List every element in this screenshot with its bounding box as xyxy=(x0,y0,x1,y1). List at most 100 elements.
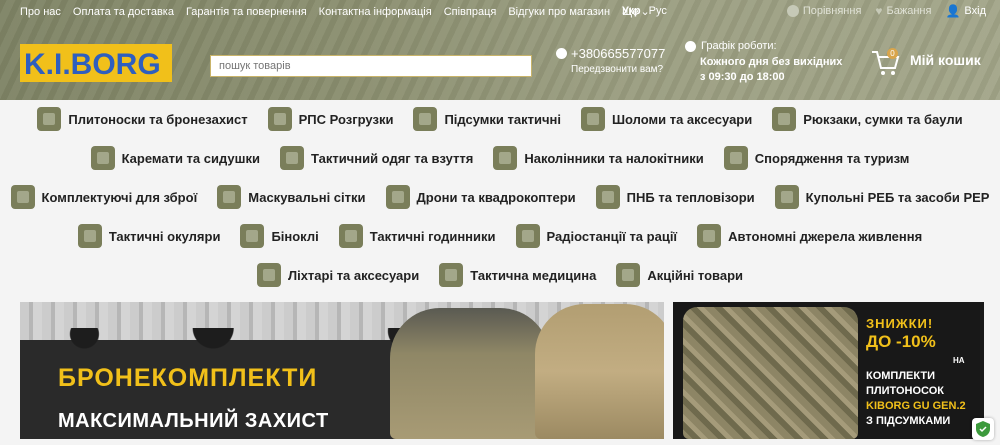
header: Про нас Оплата та доставка Гарантія та п… xyxy=(0,0,1000,100)
drone-icon xyxy=(385,185,410,209)
category-flashlights[interactable]: Ліхтарі та аксесуари xyxy=(256,263,420,287)
logo-text: K.I.BORG xyxy=(24,48,161,81)
category-watches[interactable]: Тактичні годинники xyxy=(338,224,496,248)
category-clothing[interactable]: Тактичний одяг та взуття xyxy=(279,146,474,170)
sale-line-1: КОМПЛЕКТИ xyxy=(866,370,936,382)
category-row-4: Тактичні окуляри Біноклі Тактичні годинн… xyxy=(0,221,1000,251)
category-sale[interactable]: Акційні товари xyxy=(616,263,743,287)
category-nets[interactable]: Маскувальні сітки xyxy=(217,185,366,209)
category-weapon-parts[interactable]: Комплектуючі для зброї xyxy=(10,185,197,209)
login-label: Вхід xyxy=(964,5,986,17)
wishlist-link[interactable]: ♥ Бажання xyxy=(875,4,931,18)
category-label: ПНБ та тепловізори xyxy=(626,189,755,205)
hero-title: БРОНЕКОМПЛЕКТИ xyxy=(58,364,318,392)
lang-rus[interactable]: Рус xyxy=(649,5,667,17)
category-equipment[interactable]: Спорядження та туризм xyxy=(723,146,910,170)
category-label: Біноклі xyxy=(271,228,319,244)
shield-check-icon xyxy=(976,421,990,437)
glasses-icon xyxy=(77,224,102,248)
user-icon: 👤 xyxy=(945,4,961,18)
category-row-2: Каремати та сидушки Тактичний одяг та вз… xyxy=(0,143,1000,173)
sale-line-2: ПЛИТОНОСОК xyxy=(866,385,944,397)
hero-subtitle: МАКСИМАЛЬНИЙ ЗАХИСТ xyxy=(58,410,329,432)
heart-icon: ♥ xyxy=(875,4,883,18)
helmet-icon xyxy=(580,107,605,131)
category-pouches[interactable]: Підсумки тактичні xyxy=(413,107,561,131)
phone-block[interactable]: +380665577077 xyxy=(556,46,665,61)
sale-word: ЗНИЖКИ! xyxy=(866,316,934,331)
site-logo[interactable]: K.I.BORG xyxy=(20,44,172,82)
harness-icon xyxy=(267,107,292,131)
watch-icon xyxy=(338,224,363,248)
hero-banner-armor[interactable]: БРОНЕКОМПЛЕКТИ МАКСИМАЛЬНИЙ ЗАХИСТ xyxy=(20,302,664,439)
compare-link[interactable]: Порівняння xyxy=(786,5,861,17)
phone-number: +380665577077 xyxy=(571,46,666,61)
category-label: Каремати та сидушки xyxy=(121,150,260,166)
category-label: Рюкзаки, сумки та баули xyxy=(803,111,963,127)
category-label: Купольні РЕБ та засоби РЕР xyxy=(805,189,990,205)
schedule-title-text: Графік роботи: xyxy=(701,40,777,52)
category-label: Маскувальні сітки xyxy=(248,189,366,205)
category-reb[interactable]: Купольні РЕБ та засоби РЕР xyxy=(774,185,990,209)
shield-icon[interactable] xyxy=(972,418,994,440)
backpack-icon xyxy=(772,107,797,131)
hero-banner-sale[interactable]: ЗНИЖКИ! ДО -10% НА КОМПЛЕКТИ ПЛИТОНОСОК … xyxy=(673,302,984,439)
category-label: Спорядження та туризм xyxy=(754,150,910,166)
login-link[interactable]: 👤 Вхід xyxy=(945,4,986,18)
category-helmets[interactable]: Шоломи та аксесуари xyxy=(580,107,753,131)
category-row-5: Ліхтарі та аксесуари Тактична медицина А… xyxy=(0,260,1000,290)
nav-cooperation[interactable]: Співпраця xyxy=(444,5,497,19)
schedule-title: Графік роботи: xyxy=(685,40,777,52)
cart-label[interactable]: Мій кошик xyxy=(910,52,981,68)
category-medicine[interactable]: Тактична медицина xyxy=(439,263,596,287)
sale-line-3: KIBORG GU GEN.2 xyxy=(866,400,966,412)
search-input[interactable] xyxy=(211,56,531,76)
category-label: Підсумки тактичні xyxy=(444,111,561,127)
soldier-image xyxy=(390,308,550,439)
category-kneepads[interactable]: Наколінники та налокітники xyxy=(493,146,704,170)
category-power[interactable]: Автономні джерела живлення xyxy=(697,224,922,248)
category-vests[interactable]: Плитоноски та бронезахист xyxy=(37,107,248,131)
pouch-icon xyxy=(413,107,438,131)
nav-warranty[interactable]: Гарантія та повернення xyxy=(186,5,307,19)
tent-icon xyxy=(723,146,748,170)
wishlist-label: Бажання xyxy=(886,5,932,17)
vest-icon xyxy=(37,107,62,131)
top-nav: Про нас Оплата та доставка Гарантія та п… xyxy=(20,5,674,19)
category-label: Тактична медицина xyxy=(470,267,597,283)
category-radios[interactable]: Радіостанції та рації xyxy=(515,224,677,248)
category-mats[interactable]: Каремати та сидушки xyxy=(90,146,260,170)
category-label: Акційні товари xyxy=(647,267,744,283)
compare-icon xyxy=(786,5,799,17)
nav-contacts[interactable]: Контактна інформація xyxy=(319,5,432,19)
shirt-icon xyxy=(279,146,304,170)
header-tools: Порівняння ♥ Бажання 👤 Вхід xyxy=(786,4,986,18)
schedule-hours: з 09:30 до 18:00 xyxy=(700,71,785,83)
category-rps[interactable]: РПС Розгрузки xyxy=(267,107,393,131)
weapon-parts-icon xyxy=(10,185,35,209)
category-label: Автономні джерела живлення xyxy=(728,228,923,244)
callback-link[interactable]: Передзвонити вам? xyxy=(571,64,663,75)
category-label: Дрони та квадрокоптери xyxy=(416,189,576,205)
lang-ukr[interactable]: Укр xyxy=(622,5,641,17)
sale-on: НА xyxy=(953,356,965,365)
category-nightvision[interactable]: ПНБ та тепловізори xyxy=(595,185,755,209)
category-label: Тактичні годинники xyxy=(369,228,496,244)
mat-icon xyxy=(90,146,115,170)
category-backpacks[interactable]: Рюкзаки, сумки та баули xyxy=(772,107,963,131)
category-label: Тактичний одяг та взуття xyxy=(310,150,474,166)
medkit-icon xyxy=(439,263,464,287)
schedule-days: Кожного дня без вихідних xyxy=(700,56,843,68)
phone-icon xyxy=(556,48,567,59)
flashlight-icon xyxy=(256,263,281,287)
category-glasses[interactable]: Тактичні окуляри xyxy=(77,224,220,248)
nav-reviews[interactable]: Відгуки про магазин xyxy=(508,5,610,19)
sale-line-4: З ПІДСУМКАМИ xyxy=(866,415,951,427)
category-binoculars[interactable]: Біноклі xyxy=(240,224,319,248)
search-box xyxy=(210,55,532,77)
category-label: Шоломи та аксесуари xyxy=(611,111,753,127)
category-label: Ліхтарі та аксесуари xyxy=(287,267,420,283)
category-drones[interactable]: Дрони та квадрокоптери xyxy=(385,185,576,209)
nav-about[interactable]: Про нас xyxy=(20,5,61,19)
nav-payment-delivery[interactable]: Оплата та доставка xyxy=(73,5,174,19)
